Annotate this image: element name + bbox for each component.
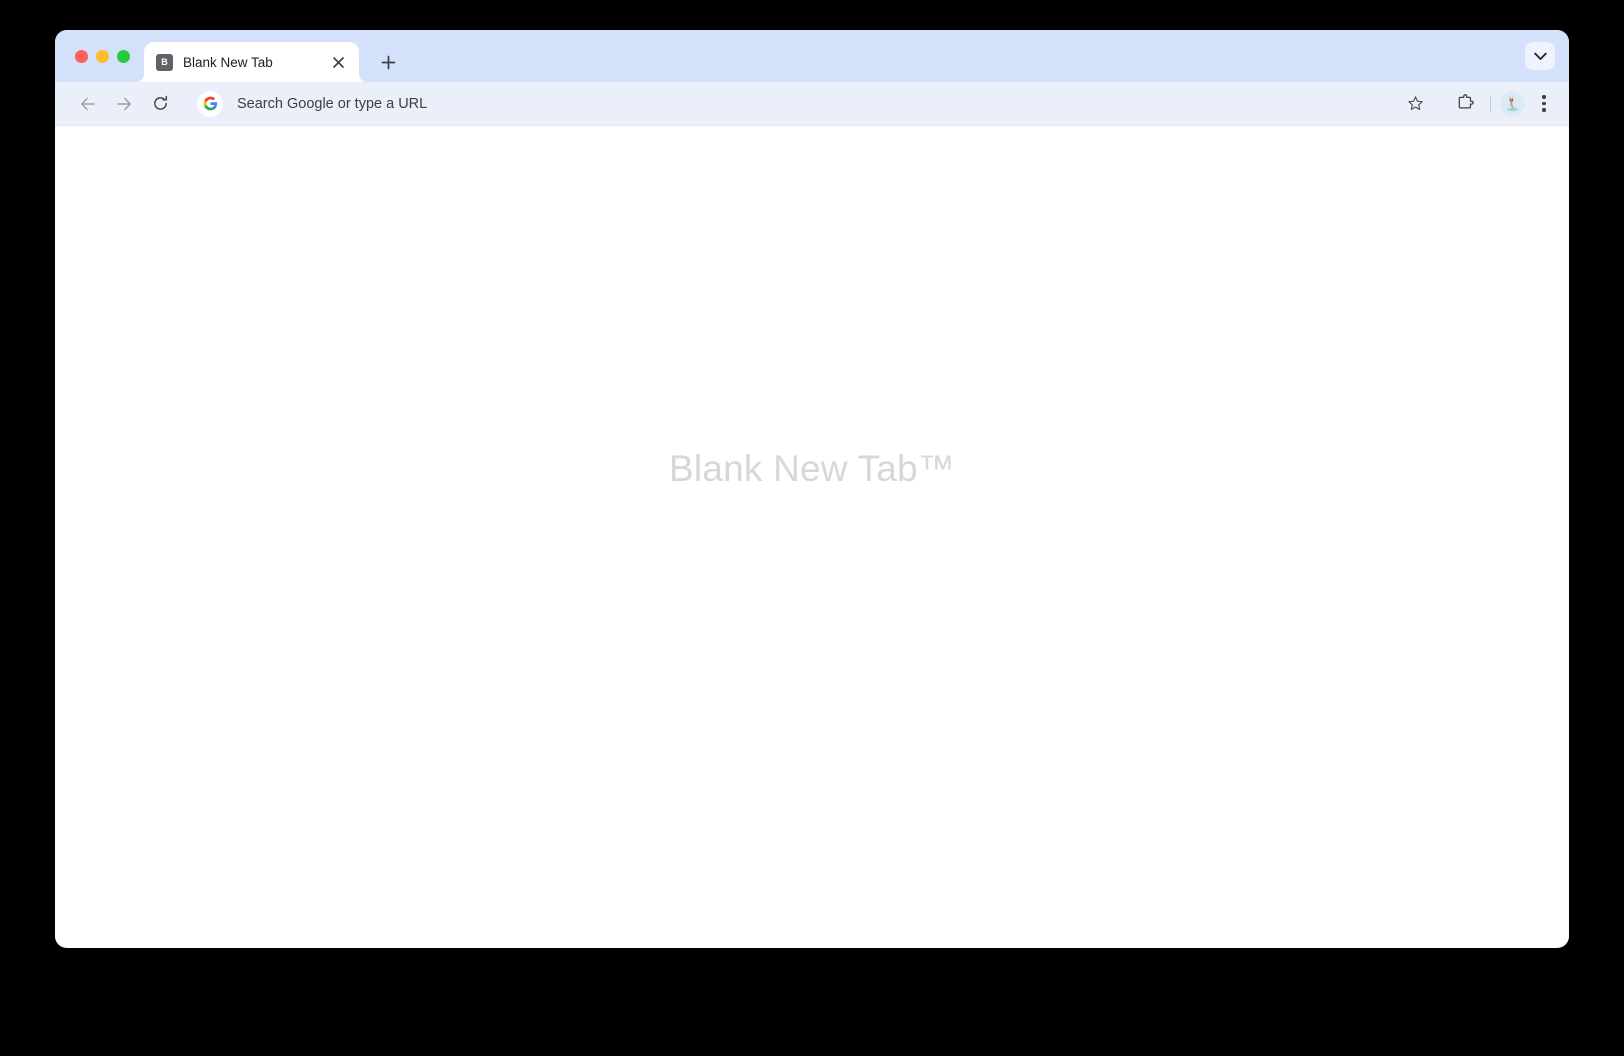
chrome-menu-button[interactable] [1529,88,1559,120]
page-watermark: Blank New Tab™ [669,448,955,489]
extensions-button[interactable] [1449,88,1481,120]
omnibox-input[interactable]: Search Google or type a URL [237,96,1401,112]
profile-avatar[interactable] [1500,91,1525,116]
tab-strip: B Blank New Tab [55,30,1569,82]
screen: B Blank New Tab Search Google or type a … [0,0,1624,1056]
tab-search-button[interactable] [1525,42,1555,70]
maximize-window-button[interactable] [117,49,130,63]
forward-button[interactable] [107,87,141,121]
menu-dot-1 [1542,95,1546,99]
tab-title: Blank New Tab [183,54,273,70]
close-tab-icon[interactable] [327,51,349,73]
back-button[interactable] [71,87,105,121]
new-tab-button[interactable] [373,47,403,77]
omnibox[interactable]: Search Google or type a URL [191,87,1441,120]
toolbar-divider [1490,95,1491,112]
close-window-button[interactable] [75,49,88,63]
google-g-icon [197,90,223,117]
window-controls [55,30,144,82]
minimize-window-button[interactable] [96,49,109,63]
bookmark-star-icon[interactable] [1401,90,1429,118]
tabs-area: B Blank New Tab [136,30,1525,82]
browser-toolbar: Search Google or type a URL [55,82,1569,126]
menu-dot-3 [1542,108,1546,112]
tab-favicon-icon: B [156,53,173,71]
tabstrip-right-controls [1525,30,1569,82]
tab-blank-new-tab[interactable]: B Blank New Tab [136,42,367,82]
menu-dot-2 [1542,101,1546,106]
browser-window: B Blank New Tab Search Google or type a … [55,30,1569,948]
page-content: Blank New Tab™ [55,126,1569,947]
reload-button[interactable] [143,87,177,121]
